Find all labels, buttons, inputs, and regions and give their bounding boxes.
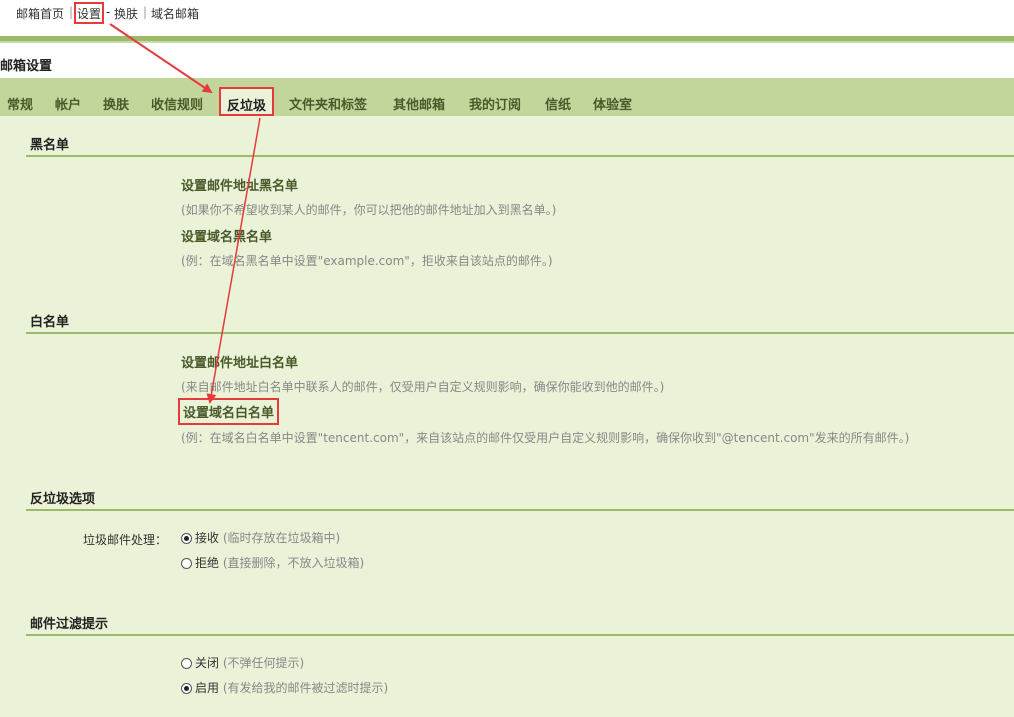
radio-off-hint: (不弹任何提示) [222,656,305,670]
filter-tip-title: 邮件过滤提示 [30,617,109,632]
radio-off[interactable] [181,658,192,669]
radio-accept[interactable] [181,533,192,544]
nav-dash: - [106,5,111,19]
tab-folders-labels[interactable]: 文件夹和标签 [289,94,367,113]
email-blacklist-link[interactable]: 设置邮件地址黑名单 [181,175,298,194]
radio-reject-hint: (直接删除，不放入垃圾箱) [222,556,365,570]
radio-accept-label: 接收 [195,531,220,545]
spam-handling-label: 垃圾邮件处理： [83,533,168,547]
email-whitelist-desc: (来自邮件地址白名单中联系人的邮件，仅受用户自定义规则影响，确保你能收到他的邮件… [181,380,665,394]
tab-other-mailboxes[interactable]: 其他邮箱 [393,94,445,113]
spam-accept-option[interactable]: 接收 (临时存放在垃圾箱中) [181,529,340,546]
spam-reject-option[interactable]: 拒绝 (直接删除，不放入垃圾箱) [181,554,364,571]
domain-mail-link[interactable]: 域名邮箱 [151,5,199,22]
radio-accept-hint: (临时存放在垃圾箱中) [222,531,341,545]
settings-highlight-box [74,2,104,24]
section-divider [26,634,1014,636]
skin-link[interactable]: 换肤 [114,5,138,22]
section-divider [26,509,1014,511]
blacklist-section-title: 黑名单 [30,138,70,153]
antispam-settings-panel: 黑名单 设置邮件地址黑名单 (如果你不希望收到某人的邮件，你可以把他的邮件地址加… [0,116,1014,717]
tab-account[interactable]: 帐户 [55,94,81,113]
tab-receive-rules[interactable]: 收信规则 [151,94,203,113]
email-blacklist-desc: (如果你不希望收到某人的邮件，你可以把他的邮件地址加入到黑名单。) [181,203,557,217]
radio-on[interactable] [181,683,192,694]
section-divider [26,155,1014,157]
section-divider [26,332,1014,334]
filter-tip-off-option[interactable]: 关闭 (不弹任何提示) [181,654,304,671]
radio-on-label: 启用 [195,681,220,695]
radio-on-hint: (有发给我的邮件被过滤时提示) [222,681,389,695]
page-title: 邮箱设置 [0,59,53,74]
email-whitelist-link[interactable]: 设置邮件地址白名单 [181,352,298,371]
top-nav: 邮箱首页 | 设置 - 换肤 | 域名邮箱 [0,0,1014,36]
tab-labs[interactable]: 体验室 [593,94,632,113]
radio-off-label: 关闭 [195,656,220,670]
antispam-options-title: 反垃圾选项 [30,492,96,507]
radio-reject[interactable] [181,558,192,569]
nav-separator: | [143,5,148,19]
domain-whitelist-link[interactable]: 设置域名白名单 [178,398,280,425]
tab-general[interactable]: 常规 [7,94,33,113]
tab-stationery[interactable]: 信纸 [545,94,571,113]
tab-antispam[interactable]: 反垃圾 [219,87,275,116]
filter-tip-on-option[interactable]: 启用 (有发给我的邮件被过滤时提示) [181,679,388,696]
domain-blacklist-link[interactable]: 设置域名黑名单 [181,226,272,245]
nav-separator: | [69,5,74,19]
tab-subscriptions[interactable]: 我的订阅 [469,94,521,113]
domain-whitelist-desc: (例：在域名白名单中设置"tencent.com"，来自该站点的邮件仅受用户自定… [181,431,910,445]
domain-blacklist-desc: (例：在域名黑名单中设置"example.com"，拒收来自该站点的邮件。) [181,254,553,268]
settings-tab-bar: 常规 帐户 换肤 收信规则 反垃圾 文件夹和标签 其他邮箱 我的订阅 信纸 体验… [0,78,1014,116]
whitelist-section-title: 白名单 [30,315,70,330]
tab-skin[interactable]: 换肤 [103,94,129,113]
radio-reject-label: 拒绝 [195,556,220,570]
header-divider-light [0,41,1014,43]
mailbox-home-link[interactable]: 邮箱首页 [16,5,64,22]
